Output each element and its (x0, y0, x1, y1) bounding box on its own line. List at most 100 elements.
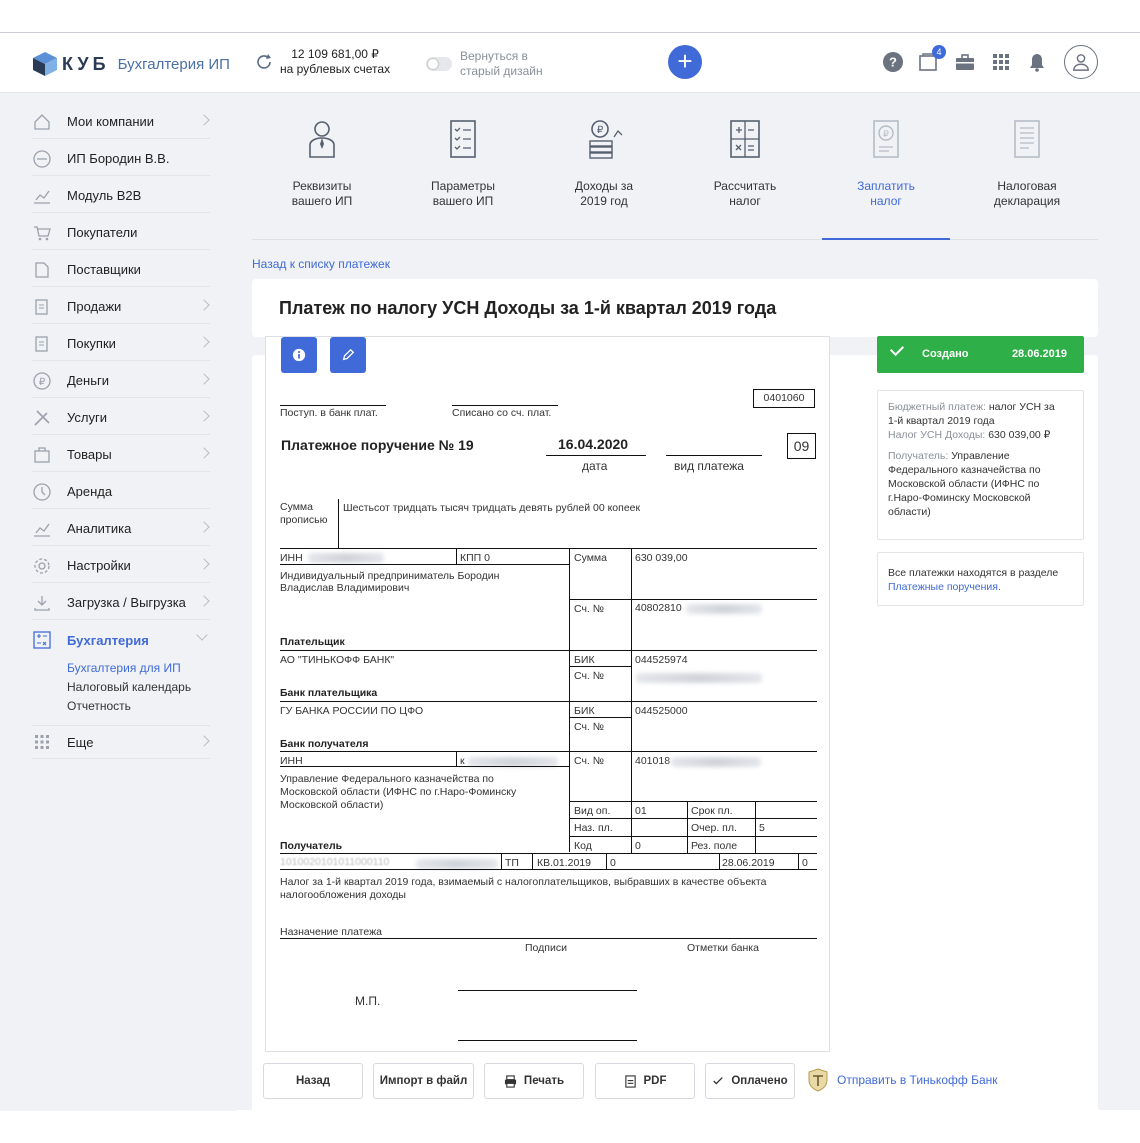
toggle-switch[interactable] (426, 57, 452, 71)
bell-icon[interactable] (1026, 51, 1048, 73)
briefcase-icon[interactable] (954, 51, 976, 73)
accounting-icon (33, 631, 51, 649)
sidebar-item-label: Покупки (67, 336, 116, 351)
payment-order-document: 0401060 Поступ. в банк плат. Списано со … (265, 336, 830, 1052)
debited-label: Списано со сч. плат. (452, 407, 552, 419)
payer-label: Плательщик (280, 636, 345, 648)
sidebar-item-label: ИП Бородин В.В. (67, 151, 170, 166)
status-code: 09 (793, 438, 810, 454)
sidebar-item-suppliers[interactable]: Поставщики (32, 253, 210, 287)
sidebar-subitem-reports[interactable]: Отчетность (67, 699, 131, 713)
divider (532, 854, 533, 869)
back-to-payments-link[interactable]: Назад к списку платежек (252, 257, 390, 271)
pdf-button[interactable]: PDF (595, 1063, 695, 1099)
recipient-value-3: Московской области (ИФНС по (888, 478, 1040, 490)
tax-doc-no: 0 (610, 857, 616, 869)
sidebar-item-services[interactable]: Услуги (32, 401, 210, 435)
divider (606, 854, 607, 869)
help-icon[interactable]: ? (882, 51, 904, 73)
kpp-label: КПП 0 (460, 552, 490, 564)
divider (280, 766, 570, 767)
print-button[interactable]: Печать (484, 1063, 584, 1099)
status-code-box: 09 (787, 433, 816, 459)
sidebar-item-companies[interactable]: Мои компании (32, 105, 210, 139)
tax-type: 0 (802, 857, 808, 869)
pdf-icon (624, 1074, 636, 1088)
tax-label: Налог УСН Доходы: (888, 429, 986, 441)
documents-icon[interactable]: 4 (918, 45, 946, 73)
paid-label: Оплачено (731, 1075, 788, 1087)
edit-button[interactable] (330, 337, 366, 373)
mark-paid-button[interactable]: Оплачено (705, 1063, 795, 1099)
sidebar-item-purchases[interactable]: Покупки (32, 327, 210, 361)
sum-in-words: Шестьсот тридцать тысяч тридцать девять … (343, 502, 641, 514)
user-avatar[interactable] (1064, 45, 1098, 79)
sidebar-item-more[interactable]: Еще (32, 725, 210, 759)
sidebar-item-sales[interactable]: Продажи (32, 290, 210, 324)
payment-info-card: Бюджетный платеж: налог УСН за 1-й кварт… (877, 390, 1084, 540)
title-card: Платеж по налогу УСН Доходы за 1-й кварт… (252, 279, 1098, 337)
sidebar-item-accounting[interactable]: Бухгалтерия (32, 623, 210, 657)
order-title: Платежное поручение № 19 (281, 437, 474, 453)
pay-document-icon: ₽ (873, 120, 899, 158)
recipient-bank-account-label: Сч. № (574, 721, 605, 733)
order-date: 16.04.2020 (558, 436, 629, 452)
refresh-icon[interactable] (254, 52, 274, 72)
balance-widget[interactable]: 12 109 681,00 ₽ на рублевых счетах (254, 47, 390, 77)
add-button[interactable]: + (668, 45, 702, 79)
sidebar-subitem-accounting-ip[interactable]: Бухгалтерия для ИП (67, 661, 181, 675)
sidebar-item-customers[interactable]: Покупатели (32, 216, 210, 250)
logo[interactable]: КУБ Бухгалтерия ИП (32, 51, 230, 77)
tab-pay-tax[interactable]: ₽ Заплатить налог (822, 117, 950, 237)
payments-hint-text: Все платежки находятся в разделе (888, 567, 1059, 579)
svg-text:?: ? (889, 55, 897, 70)
chevron-right-icon (198, 558, 210, 570)
divider (280, 938, 817, 939)
sidebar-item-import-export[interactable]: Загрузка / Выгрузка (32, 586, 210, 620)
priority-value: 5 (759, 822, 765, 834)
goods-icon (34, 446, 50, 463)
checklist-icon (450, 120, 476, 158)
sidebar-item-ip[interactable]: ИП Бородин В.В. (32, 142, 210, 176)
sidebar-item-goods[interactable]: Товары (32, 438, 210, 472)
divider (280, 405, 386, 406)
back-button[interactable]: Назад (263, 1063, 363, 1099)
check-icon (889, 341, 905, 357)
recipient-label: Получатель: (888, 450, 949, 462)
payer-account-label: Сч. № (574, 603, 605, 615)
sidebar-item-rent[interactable]: Аренда (32, 475, 210, 509)
info-button[interactable] (281, 337, 317, 373)
tab-tax-declaration[interactable]: Налоговая декларация (963, 117, 1091, 237)
tab-label: Реквизиты вашего ИП (291, 179, 353, 208)
upload-icon (34, 595, 50, 611)
tab-requisites[interactable]: Реквизиты вашего ИП (258, 117, 386, 237)
import-file-button[interactable]: Импорт в файл (373, 1063, 474, 1099)
active-tab-indicator (822, 238, 950, 240)
divider (687, 801, 688, 853)
chevron-right-icon (198, 735, 210, 747)
sidebar-item-money[interactable]: ₽ Деньги (32, 364, 210, 398)
divider (280, 751, 817, 752)
send-to-bank-button[interactable]: Отправить в Тинькофф Банк (807, 1068, 998, 1092)
tab-income[interactable]: ₽ Доходы за 2019 год (540, 117, 668, 237)
payment-orders-link[interactable]: Платежные поручения. (888, 581, 1001, 593)
sidebar-item-label: Продажи (67, 299, 122, 314)
sidebar-item-b2b[interactable]: Модуль B2B (32, 179, 210, 213)
tab-parameters[interactable]: Параметры вашего ИП (399, 117, 527, 237)
payer-bank-account-label: Сч. № (574, 670, 605, 682)
apps-grid-icon[interactable] (990, 51, 1012, 73)
payment-purpose: Налог за 1-й квартал 2019 года, взимаемы… (280, 876, 767, 901)
tab-calculate-tax[interactable]: Рассчитать налог (681, 117, 809, 237)
form-code: 0401060 (763, 392, 805, 404)
tools-icon (34, 409, 50, 426)
analytics-icon (34, 523, 50, 537)
payer-bik: 044525974 (635, 654, 688, 666)
chevron-right-icon (198, 595, 210, 607)
sidebar-subitem-tax-calendar[interactable]: Налоговый календарь (67, 680, 191, 694)
info-icon (292, 348, 306, 362)
old-design-toggle[interactable]: Вернуться в старый дизайн (426, 49, 543, 79)
signature-line (458, 1040, 637, 1041)
sidebar-item-settings[interactable]: Настройки (32, 549, 210, 583)
divider (569, 599, 817, 600)
sidebar-item-analytics[interactable]: Аналитика (32, 512, 210, 546)
